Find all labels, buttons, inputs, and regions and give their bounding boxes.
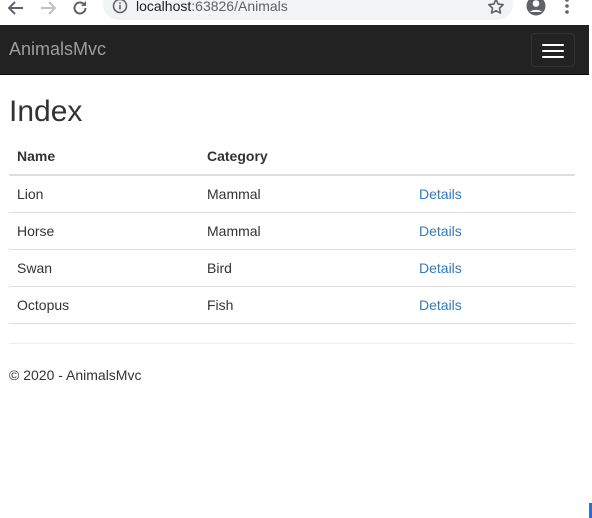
footer-divider xyxy=(9,343,575,344)
animal-category: Fish xyxy=(199,286,411,324)
table-row: Swan Bird Details xyxy=(9,249,575,287)
navbar: AnimalsMvc xyxy=(0,25,589,75)
column-header-actions xyxy=(411,138,575,176)
info-icon[interactable] xyxy=(112,0,128,15)
url-port: :63826 xyxy=(191,0,235,14)
profile-icon[interactable] xyxy=(526,0,546,16)
animal-name: Octopus xyxy=(9,286,199,324)
details-link[interactable]: Details xyxy=(419,297,462,313)
animal-category: Bird xyxy=(199,249,411,287)
url-host: localhost xyxy=(136,0,192,14)
browser-toolbar: localhost:63826/Animals xyxy=(0,0,592,24)
details-link[interactable]: Details xyxy=(419,223,462,239)
column-header-name: Name xyxy=(9,138,199,176)
details-link[interactable]: Details xyxy=(419,260,462,276)
page-title: Index xyxy=(9,95,83,128)
footer-text: © 2020 - AnimalsMvc xyxy=(9,367,142,383)
more-vert-icon[interactable] xyxy=(562,0,572,15)
navbar-brand[interactable]: AnimalsMvc xyxy=(9,38,106,60)
forward-arrow-icon[interactable] xyxy=(38,0,58,16)
animal-name: Lion xyxy=(9,175,199,213)
back-arrow-icon[interactable] xyxy=(6,0,26,16)
animals-table: Name Category Lion Mammal Details Horse … xyxy=(9,138,575,324)
table-row: Horse Mammal Details xyxy=(9,212,575,250)
column-header-category: Category xyxy=(199,138,411,176)
animal-category: Mammal xyxy=(199,212,411,250)
animal-name: Horse xyxy=(9,212,199,250)
details-link[interactable]: Details xyxy=(419,186,462,202)
table-row: Octopus Fish Details xyxy=(9,286,575,324)
reload-icon[interactable] xyxy=(70,0,90,16)
animal-category: Mammal xyxy=(199,175,411,213)
url-path: /Animals xyxy=(234,0,288,14)
table-row: Lion Mammal Details xyxy=(9,175,575,213)
table-header-row: Name Category xyxy=(9,138,575,176)
navbar-toggle-button[interactable] xyxy=(531,33,575,67)
url-text[interactable]: localhost:63826/Animals xyxy=(136,0,288,15)
animal-name: Swan xyxy=(9,249,199,287)
star-icon[interactable] xyxy=(487,0,505,16)
